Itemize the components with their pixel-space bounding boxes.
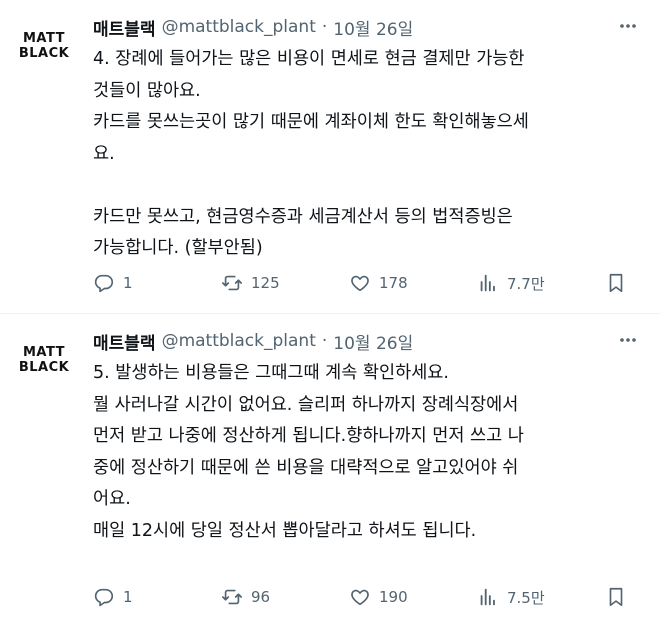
action-bar: 1 125 178 7.7만 bbox=[93, 270, 633, 296]
views-icon bbox=[477, 272, 499, 294]
user-handle[interactable]: @mattblack_plant bbox=[162, 331, 316, 351]
tweet-text-line: 5. 발생하는 비용들은 그때그때 계속 확인하세요. bbox=[93, 363, 449, 383]
retweet-icon bbox=[221, 272, 243, 294]
avatar-text-line1: MATT bbox=[22, 31, 66, 46]
avatar[interactable]: MATT BLACK bbox=[14, 330, 74, 390]
views-button[interactable]: 7.7만 bbox=[477, 272, 545, 294]
tweet-text: 4. 장례에 들어가는 많은 비용이 면세로 현금 결제만 가능한 것들이 많아… bbox=[93, 44, 628, 265]
reply-icon bbox=[93, 586, 115, 608]
display-name[interactable]: 매트블랙 bbox=[93, 15, 156, 40]
more-icon[interactable] bbox=[616, 14, 640, 38]
more-icon[interactable] bbox=[616, 328, 640, 352]
avatar[interactable]: MATT BLACK bbox=[14, 16, 74, 76]
separator: · bbox=[321, 17, 328, 37]
bookmark-button[interactable] bbox=[605, 272, 627, 294]
tweet-header: 매트블랙 @mattblack_plant · 10월 26일 bbox=[93, 14, 620, 40]
bookmark-icon bbox=[605, 272, 627, 294]
reply-count: 1 bbox=[123, 588, 133, 606]
like-icon bbox=[349, 586, 371, 608]
avatar-text-line2: BLACK bbox=[18, 46, 70, 61]
tweet-text: 5. 발생하는 비용들은 그때그때 계속 확인하세요. 뭘 사러나갈 시간이 없… bbox=[93, 358, 628, 547]
user-handle[interactable]: @mattblack_plant bbox=[162, 17, 316, 37]
bookmark-button[interactable] bbox=[605, 586, 627, 608]
like-count: 190 bbox=[379, 588, 408, 606]
tweet-text-line: 요. bbox=[93, 143, 115, 164]
separator: · bbox=[321, 331, 328, 351]
tweet-text-line: 매일 12시에 당일 정산서 뽑아달라고 하셔도 됩니다. bbox=[93, 520, 477, 541]
reply-icon bbox=[93, 272, 115, 294]
tweet[interactable]: MATT BLACK 매트블랙 @mattblack_plant · 10월 2… bbox=[0, 313, 660, 626]
tweet-text-line: 가능합니다. (할부안됨) bbox=[93, 238, 263, 258]
like-count: 178 bbox=[379, 274, 408, 292]
views-count: 7.7만 bbox=[507, 274, 545, 293]
tweet-text-line: 뭘 사러나갈 시간이 없어요. 슬리퍼 하나까지 장례식장에서 bbox=[93, 394, 519, 415]
avatar-text-line2: BLACK bbox=[18, 360, 70, 375]
tweet-header: 매트블랙 @mattblack_plant · 10월 26일 bbox=[93, 328, 620, 354]
retweet-button[interactable]: 96 bbox=[221, 586, 270, 608]
views-count: 7.5만 bbox=[507, 588, 545, 607]
tweet-text-line: 카드만 못쓰고, 현금영수증과 세금계산서 등의 법적증빙은 bbox=[93, 206, 513, 227]
tweet-text-line bbox=[93, 170, 628, 202]
views-icon bbox=[477, 586, 499, 608]
bookmark-icon bbox=[605, 586, 627, 608]
like-button[interactable]: 178 bbox=[349, 272, 408, 294]
views-button[interactable]: 7.5만 bbox=[477, 586, 545, 608]
tweet-text-line: 4. 장례에 들어가는 많은 비용이 면세로 현금 결제만 가능한 bbox=[93, 49, 525, 69]
action-bar: 1 96 190 7.5만 bbox=[93, 584, 633, 610]
like-icon bbox=[349, 272, 371, 294]
retweet-button[interactable]: 125 bbox=[221, 272, 280, 294]
retweet-icon bbox=[221, 586, 243, 608]
reply-button[interactable]: 1 bbox=[93, 586, 133, 608]
timestamp[interactable]: 10월 26일 bbox=[333, 329, 413, 354]
tweet-text-line: 카드를 못쓰는곳이 많기 때문에 계좌이체 한도 확인해놓으세 bbox=[93, 112, 529, 132]
timestamp[interactable]: 10월 26일 bbox=[333, 15, 413, 40]
avatar-text-line1: MATT bbox=[22, 345, 66, 360]
display-name[interactable]: 매트블랙 bbox=[93, 329, 156, 354]
reply-button[interactable]: 1 bbox=[93, 272, 133, 294]
tweet[interactable]: MATT BLACK 매트블랙 @mattblack_plant · 10월 2… bbox=[0, 0, 660, 313]
retweet-count: 96 bbox=[251, 588, 271, 606]
tweet-text-line: 어요. bbox=[93, 489, 131, 509]
tweet-text-line: 것들이 많아요. bbox=[93, 80, 201, 101]
tweet-text-line: 중에 정산하기 때문에 쓴 비용을 대략적으로 알고있어야 쉬 bbox=[93, 457, 519, 478]
retweet-count: 125 bbox=[251, 274, 280, 292]
like-button[interactable]: 190 bbox=[349, 586, 408, 608]
reply-count: 1 bbox=[123, 274, 133, 292]
tweet-text-line: 먼저 받고 나중에 정산하게 됩니다.향하나까지 먼저 쓰고 나 bbox=[93, 426, 524, 446]
